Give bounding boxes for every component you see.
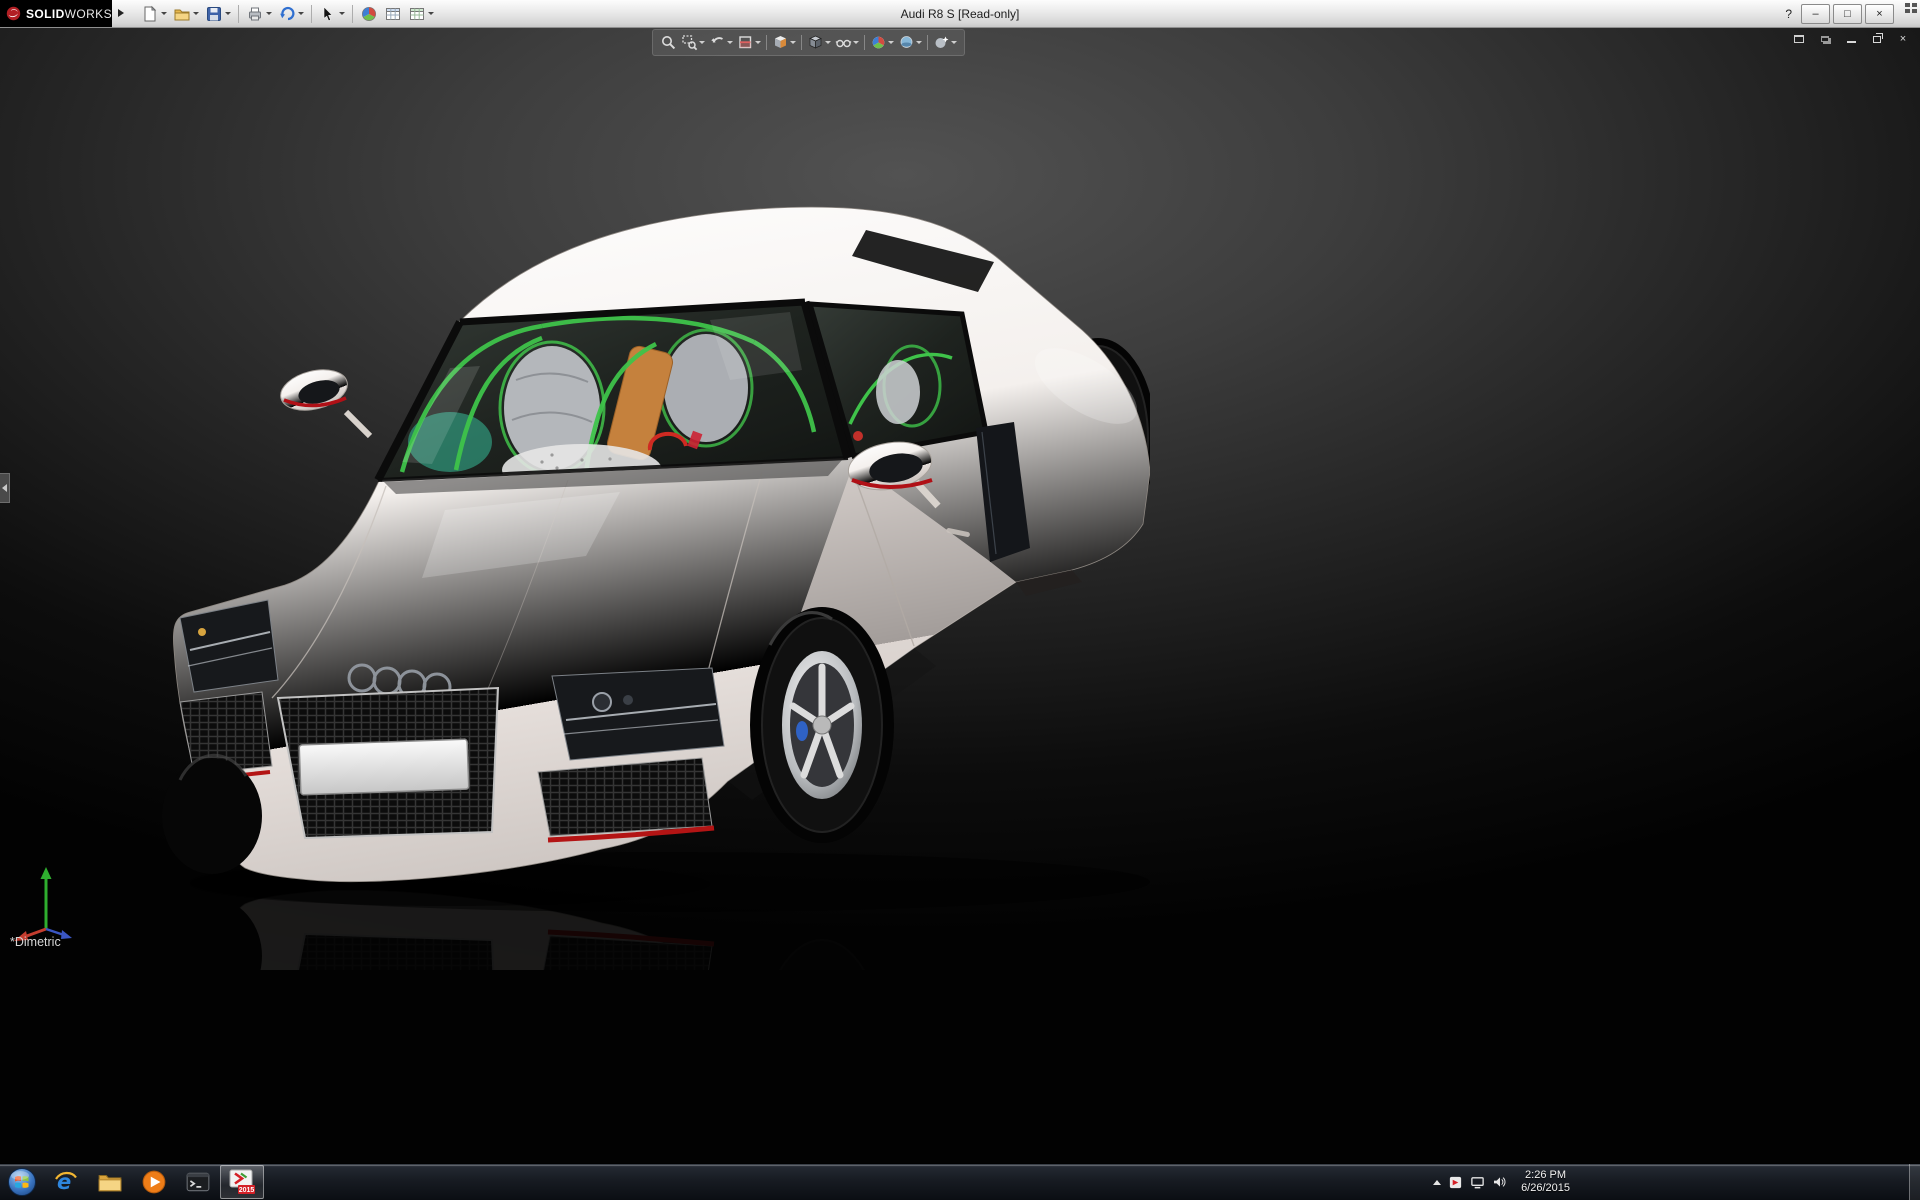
solidworks-logo: SOLIDWORKS	[0, 0, 112, 27]
view-orientation-button[interactable]	[770, 33, 798, 52]
volume-icon[interactable]	[1492, 1174, 1508, 1190]
hud-separator	[864, 35, 865, 50]
hidden-icons-button[interactable]	[1433, 1180, 1441, 1185]
edit-appearance-button[interactable]	[357, 3, 381, 25]
system-tray: 2:26 PM 6/26/2015	[1433, 1164, 1576, 1200]
undo-button[interactable]	[275, 3, 307, 25]
hud-separator	[801, 35, 802, 50]
appearance-ball-icon	[360, 5, 378, 23]
previous-view-button[interactable]	[707, 33, 735, 52]
new-doc-icon	[141, 5, 159, 23]
select-button[interactable]	[316, 3, 348, 25]
mirror-left	[276, 363, 370, 436]
title-bar: SOLIDWORKS	[0, 0, 1920, 28]
intake-right	[538, 758, 712, 836]
solidworks-app-icon: 2015	[227, 1168, 257, 1196]
taskbar-file-explorer[interactable]	[88, 1165, 132, 1199]
print-button[interactable]	[243, 3, 275, 25]
design-table-button[interactable]	[381, 3, 405, 25]
toolbar-separator	[311, 5, 312, 23]
open-folder-icon	[173, 5, 191, 23]
help-button[interactable]: ?	[1785, 7, 1792, 21]
clock-date: 6/26/2015	[1521, 1182, 1570, 1195]
display-style-button[interactable]	[805, 33, 833, 52]
print-icon	[246, 5, 264, 23]
brand-text: SOLIDWORKS	[26, 7, 112, 21]
windows-orb-icon	[7, 1167, 37, 1197]
taskbar-solidworks-2015[interactable]: 2015	[220, 1165, 264, 1199]
save-floppy-icon	[205, 5, 223, 23]
doc-tile-button[interactable]	[1790, 32, 1808, 46]
folder-icon	[97, 1169, 123, 1195]
command-prompt-icon	[185, 1169, 211, 1195]
hud-separator	[766, 35, 767, 50]
taskbar-clock[interactable]: 2:26 PM 6/26/2015	[1515, 1169, 1576, 1195]
dassault-3ds-icon	[6, 5, 21, 22]
view-settings-icon	[933, 34, 950, 51]
front-wheel	[750, 607, 894, 843]
hud-separator	[927, 35, 928, 50]
solidworks-year-badge: 2015	[239, 1187, 255, 1194]
show-desktop-button[interactable]	[1909, 1164, 1920, 1200]
taskbar-media-player[interactable]	[132, 1165, 176, 1199]
media-player-icon	[141, 1169, 167, 1195]
glasses-icon	[835, 34, 852, 51]
window-controls: ? – □ ×	[1785, 4, 1894, 24]
zoom-fit-icon	[660, 34, 677, 51]
view-orientation-label: *Dimetric	[10, 935, 61, 949]
main-toolbar	[138, 2, 437, 25]
previous-view-icon	[709, 34, 726, 51]
hide-show-items-button[interactable]	[833, 33, 861, 52]
clock-time: 2:26 PM	[1525, 1169, 1566, 1182]
taskbar: e	[0, 1163, 1920, 1200]
internet-explorer-icon: e	[53, 1169, 79, 1195]
apply-scene-button[interactable]	[896, 33, 924, 52]
doc-close-button[interactable]: ×	[1894, 32, 1912, 46]
corner-grid-icon	[1905, 3, 1917, 13]
scene-sphere-icon	[898, 34, 915, 51]
section-view-button[interactable]	[735, 33, 763, 52]
doc-cascade-button[interactable]	[1816, 32, 1834, 46]
model-audi-r8	[150, 180, 1150, 970]
start-button[interactable]	[0, 1165, 44, 1199]
zoom-to-area-button[interactable]	[679, 33, 707, 52]
appearance-sphere-icon	[870, 34, 887, 51]
edit-appearance-hud-button[interactable]	[868, 33, 896, 52]
taskbar-internet-explorer[interactable]: e	[44, 1165, 88, 1199]
zoom-area-icon	[681, 34, 698, 51]
toolbar-separator	[238, 5, 239, 23]
taskbar-command-prompt[interactable]	[176, 1165, 220, 1199]
headsup-view-toolbar	[652, 29, 965, 56]
maximize-button[interactable]: □	[1833, 4, 1862, 24]
toolbar-separator	[352, 5, 353, 23]
doc-restore-button[interactable]	[1868, 32, 1886, 46]
license-plate	[299, 739, 469, 795]
reference-triad	[14, 865, 78, 943]
tray-app-icon[interactable]	[1448, 1175, 1463, 1190]
sheet-properties-button[interactable]	[405, 3, 437, 25]
graphics-area[interactable]: ×	[0, 27, 1920, 1164]
table-grid-icon	[384, 5, 402, 23]
save-button[interactable]	[202, 3, 234, 25]
doc-minimize-button[interactable]	[1842, 32, 1860, 46]
menu-expand-arrow[interactable]	[118, 9, 124, 17]
close-button[interactable]: ×	[1865, 4, 1894, 24]
undo-arrow-icon	[278, 5, 296, 23]
display-style-icon	[807, 34, 824, 51]
tray-network-icon[interactable]	[1470, 1175, 1485, 1190]
document-window-controls: ×	[1790, 32, 1912, 46]
minimize-button[interactable]: –	[1801, 4, 1830, 24]
open-button[interactable]	[170, 3, 202, 25]
desktop: SOLIDWORKS	[0, 0, 1920, 1200]
view-settings-button[interactable]	[931, 33, 959, 52]
sheet-grid-icon	[408, 5, 426, 23]
view-cube-icon	[772, 34, 789, 51]
zoom-to-fit-button[interactable]	[658, 33, 679, 52]
section-view-icon	[737, 34, 754, 51]
new-document-button[interactable]	[138, 3, 170, 25]
cursor-arrow-icon	[319, 5, 337, 23]
headlight-right	[552, 668, 724, 760]
panel-collapse-tab[interactable]	[0, 473, 10, 503]
